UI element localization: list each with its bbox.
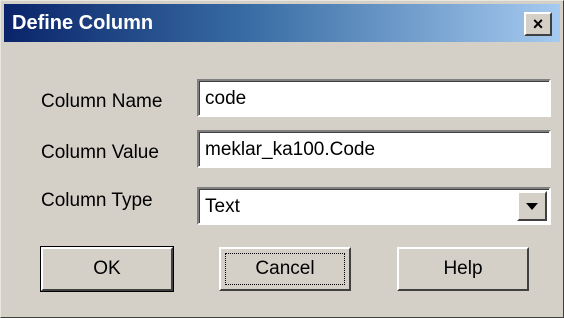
column-name-input[interactable]: code [197,79,551,117]
ok-button-label: OK [93,258,121,279]
column-value-value: meklar_ka100.Code [205,139,376,160]
ok-button[interactable]: OK [40,246,174,292]
dropdown-arrow-button[interactable] [517,191,547,221]
column-type-select[interactable]: Text [197,187,551,225]
cancel-button-label: Cancel [255,258,315,279]
column-value-input[interactable]: meklar_ka100.Code [197,130,551,168]
title-bar[interactable]: Define Column × [4,4,560,42]
column-name-label: Column Name [41,91,163,112]
column-name-value: code [205,88,247,109]
define-column-dialog: Define Column × Column Name code Column … [0,0,564,318]
help-button[interactable]: Help [397,247,529,291]
cancel-button[interactable]: Cancel [219,247,351,291]
close-icon: × [532,13,544,34]
chevron-down-icon [526,202,538,210]
close-button[interactable]: × [524,12,552,36]
help-button-label: Help [443,258,483,279]
window-title: Define Column [12,12,154,34]
column-type-value: Text [205,196,240,217]
column-type-label: Column Type [41,190,153,211]
column-value-label: Column Value [41,142,159,163]
